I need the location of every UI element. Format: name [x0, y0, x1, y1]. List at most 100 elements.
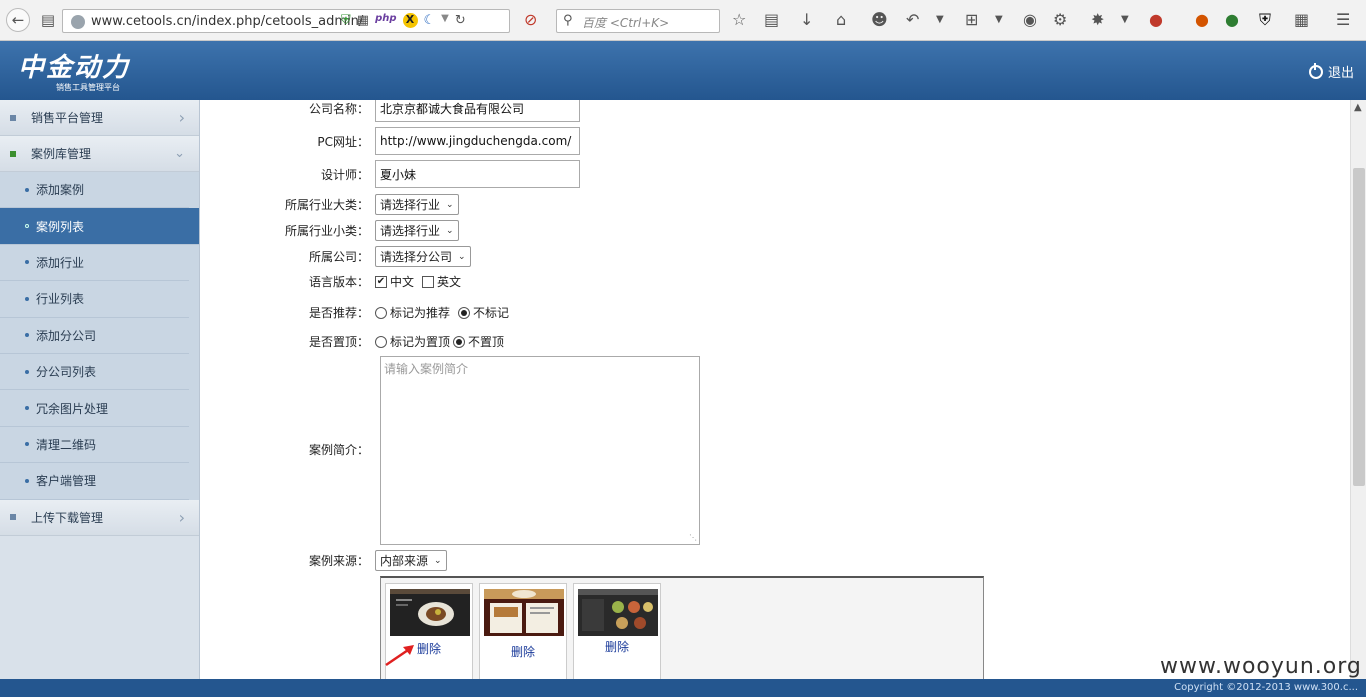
clipboard-icon[interactable]: ▤ — [764, 10, 779, 30]
undo-dropdown-icon[interactable]: ▼ — [936, 10, 944, 30]
scroll-thumb[interactable] — [1353, 168, 1365, 486]
top-yes-label: 标记为置顶 — [390, 335, 451, 349]
lang-cn-label: 中文 — [390, 275, 415, 289]
intro-label: 案例简介： — [308, 443, 369, 457]
sidebar-item-label: 添加分公司 — [36, 328, 97, 343]
chevron-down-icon: ⌄ — [446, 225, 454, 236]
sidebar-item-clear-qrcode[interactable]: 清理二维码 — [0, 427, 189, 464]
logout-button[interactable]: 退出 — [1308, 62, 1354, 81]
sidebar-item-add-branch[interactable]: 添加分公司 — [0, 318, 189, 354]
sidebar-group-label: 上传下载管理 — [31, 510, 104, 525]
search-box[interactable]: ⚲ 百度 <Ctrl+K> — [556, 9, 720, 33]
x-addon-icon[interactable]: X — [402, 13, 418, 28]
delete-link[interactable]: 删除 — [574, 638, 660, 655]
reload-icon[interactable]: ↻ — [455, 13, 466, 28]
redball-icon[interactable]: ● — [1149, 10, 1163, 30]
radio-on[interactable] — [453, 335, 466, 348]
sidebar-item-label: 添加行业 — [36, 255, 85, 270]
lang-cn-option[interactable]: ✔ 中文 — [375, 273, 414, 290]
sidebar-group-label: 案例库管理 — [31, 147, 92, 161]
search-placeholder: 百度 <Ctrl+K> — [582, 16, 670, 30]
gear-icon[interactable]: ⚙ — [1053, 10, 1067, 30]
row-company: 公司名称： 北京京都诚大食品有限公司 — [201, 100, 1001, 122]
addon-dropdown-icon[interactable]: ▼ — [1121, 10, 1129, 30]
recommend-yes-option[interactable]: 标记为推荐 — [375, 304, 450, 321]
url-text: www.cetools.cn/index.php/cetools_admin/ — [91, 14, 364, 29]
row-top: 是否置顶： 标记为置顶 不置顶 — [201, 333, 1001, 350]
sidebar-group-label: 销售平台管理 — [31, 111, 104, 125]
lang-en-label: 英文 — [437, 275, 462, 289]
resize-handle-icon[interactable]: ⋱ — [689, 533, 697, 542]
checkbox-unchecked[interactable] — [422, 275, 435, 288]
bookmark-star-icon[interactable]: ☆ — [732, 10, 746, 30]
branch-label: 所属公司： — [308, 250, 369, 264]
library-icon[interactable]: ▤ — [36, 8, 60, 32]
sidebar-item-add-industry[interactable]: 添加行业 — [0, 245, 189, 282]
security-shield-icon[interactable]: ⛨ — [1259, 10, 1271, 30]
moon-icon[interactable]: ☾ — [424, 13, 436, 28]
crop-icon[interactable]: ⊞ — [965, 10, 978, 30]
red-arrow-icon — [385, 645, 414, 667]
chevron-down-icon: ⌄ — [434, 555, 442, 566]
chat-icon[interactable]: ◉ — [1023, 10, 1037, 30]
top-yes-option[interactable]: 标记为置顶 — [375, 333, 450, 350]
vertical-scrollbar[interactable]: ▲ — [1350, 100, 1366, 679]
delete-link[interactable]: 删除 — [480, 643, 566, 660]
sidebar-group-upload[interactable]: 上传下载管理 › — [0, 499, 199, 536]
radio-on[interactable] — [458, 306, 471, 319]
dot-icon — [25, 406, 29, 411]
php-icon[interactable]: php — [375, 13, 396, 28]
logo-sub: 销售工具管理平台 — [56, 83, 120, 92]
scroll-up-arrow-icon[interactable]: ▲ — [1354, 102, 1362, 113]
crop-dropdown-icon[interactable]: ▼ — [995, 10, 1003, 30]
lang-en-option[interactable]: 英文 — [422, 273, 461, 290]
intro-placeholder: 请输入案例简介 — [384, 362, 469, 376]
sidebar-item-case-list[interactable]: 案例列表 — [0, 208, 199, 245]
block-icon[interactable]: ⊘ — [524, 10, 537, 30]
sidebar-item-redundant-images[interactable]: 冗余图片处理 — [0, 390, 189, 427]
branch-select[interactable]: 请选择分公司 ⌄ — [375, 246, 471, 267]
recommend-no-option[interactable]: 不标记 — [458, 304, 509, 321]
menu-icon[interactable]: ☰ — [1336, 10, 1350, 30]
checkbox-checked[interactable]: ✔ — [375, 275, 387, 288]
sidebar-group-sales[interactable]: 销售平台管理 › — [0, 100, 199, 136]
watermark: www.wooyun.org — [1160, 654, 1362, 679]
sidebar-item-add-case[interactable]: 添加案例 — [0, 172, 189, 209]
intro-textarea[interactable]: 请输入案例简介 ⋱ — [380, 356, 700, 545]
company-name-input[interactable]: 北京京都诚大食品有限公司 — [375, 100, 580, 122]
app-footer: Copyright ©2012-2013 www.300.c... — [0, 679, 1366, 697]
row-recommend: 是否推荐： 标记为推荐 不标记 — [201, 304, 1001, 321]
sidebar-item-branch-list[interactable]: 分公司列表 — [0, 354, 189, 391]
shield-icon[interactable]: ⛨ — [341, 13, 351, 28]
source-label: 案例来源： — [308, 554, 369, 568]
sidebar-item-industry-list[interactable]: 行业列表 — [0, 281, 189, 318]
top-no-option[interactable]: 不置顶 — [453, 333, 504, 350]
industry-major-select[interactable]: 请选择行业 ⌄ — [375, 194, 459, 215]
radio-off[interactable] — [375, 335, 387, 348]
browser-toolbar: ← ▤ www.cetools.cn/index.php/cetools_adm… — [0, 0, 1366, 41]
grid-icon[interactable]: ▦ — [1294, 10, 1309, 30]
fox-icon[interactable]: ● — [1195, 10, 1209, 30]
download-icon[interactable]: ↓ — [800, 10, 813, 30]
sidebar-item-client-management[interactable]: 客户端管理 — [0, 463, 189, 500]
recommend-no-label: 不标记 — [473, 306, 510, 320]
address-bar[interactable]: www.cetools.cn/index.php/cetools_admin/ … — [62, 9, 510, 33]
designer-input[interactable]: 夏小妹 — [375, 160, 580, 188]
chevron-right-icon: › — [178, 108, 185, 127]
green-addon-icon[interactable]: ● — [1225, 10, 1239, 30]
radio-off[interactable] — [375, 306, 387, 319]
industry-minor-select[interactable]: 请选择行业 ⌄ — [375, 220, 459, 241]
home-icon[interactable]: ⌂ — [836, 10, 846, 30]
back-arrow-icon[interactable]: ← — [6, 8, 30, 32]
source-select[interactable]: 内部来源 ⌄ — [375, 550, 447, 571]
qr-icon[interactable]: ▦ — [357, 13, 369, 28]
dot-icon — [25, 478, 29, 483]
dropdown-caret-icon[interactable]: ▼ — [441, 13, 449, 28]
sidebar-group-cases[interactable]: 案例库管理 ⌄ — [0, 136, 199, 172]
undo-icon[interactable]: ↶ — [906, 10, 919, 30]
smiley-icon[interactable]: ☻ — [871, 10, 888, 30]
puzzle-icon[interactable]: ✸ — [1091, 10, 1104, 30]
pc-url-input[interactable]: http://www.jingduchengda.com/ — [375, 127, 580, 155]
chevron-down-icon: ⌄ — [458, 251, 466, 262]
chevron-down-icon: ⌄ — [174, 146, 185, 161]
